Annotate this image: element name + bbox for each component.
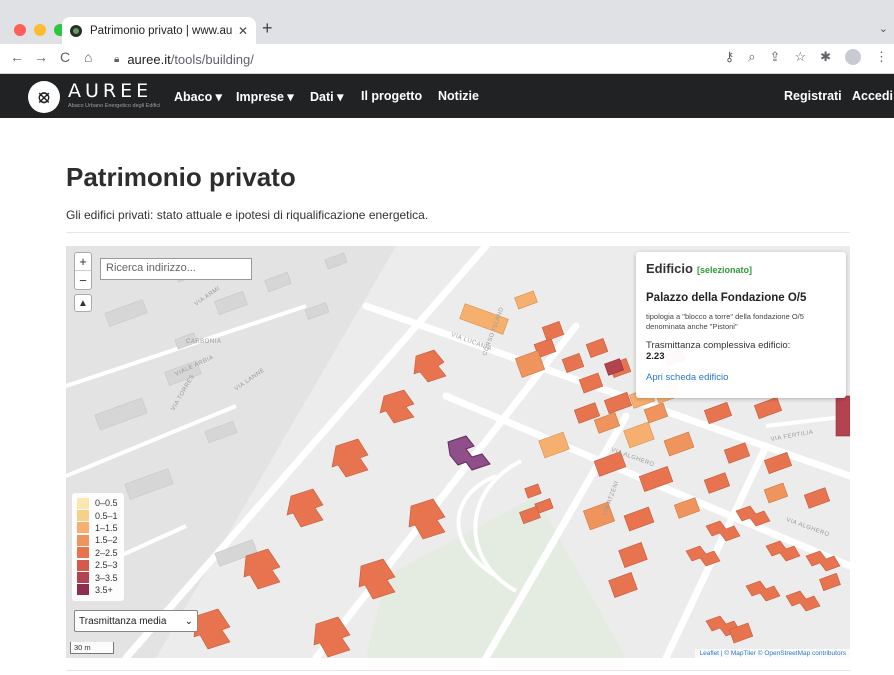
map-attribution: Leaflet | © MapTiler © OpenStreetMap con… xyxy=(695,649,850,658)
legend-item: 2.5–3 xyxy=(77,559,119,571)
profile-avatar[interactable] xyxy=(845,49,861,65)
extensions-puzzle-icon[interactable]: ✱ xyxy=(820,49,831,65)
address-bar[interactable]: 🔒︎ auree.it/tools/building/ xyxy=(114,48,714,70)
minimize-window-button[interactable] xyxy=(34,24,46,36)
tab-close-icon[interactable]: ✕ xyxy=(238,24,248,38)
share-icon[interactable]: ⇪ xyxy=(770,49,781,65)
tab-strip: Patrimonio privato | www.aureo ✕ + ⌄ xyxy=(0,0,894,44)
forward-icon[interactable]: → xyxy=(34,49,48,65)
back-icon[interactable]: ← xyxy=(10,49,24,65)
page-subtitle: Gli edifici privati: stato attuale e ipo… xyxy=(66,208,429,222)
open-building-sheet-link[interactable]: Apri scheda edificio xyxy=(646,372,836,383)
address-search-input[interactable]: Ricerca indirizzo... xyxy=(100,258,252,280)
place-label: CARBONIA xyxy=(186,339,221,345)
metric-select-value: Trasmittanza media xyxy=(79,615,167,627)
zoom-out-button[interactable]: − xyxy=(75,271,91,289)
legend-item: 3–3.5 xyxy=(77,571,119,584)
toolbar-icons: ⚷ ⌕ ⇪ ☆ ✱ ⋮ xyxy=(725,49,888,65)
lock-icon: 🔒︎ xyxy=(114,53,120,65)
transmittance-label: Trasmittanza complessiva edificio: xyxy=(646,339,791,351)
nav-item-registrati[interactable]: Registrati xyxy=(784,89,842,103)
building-name: Palazzo della Fondazione O/5 xyxy=(646,292,807,304)
zoom-in-button[interactable]: + xyxy=(75,253,91,271)
legend-item: 1–1.5 xyxy=(77,522,119,534)
logo-subtitle: Abaco Urbano Energetico degli Edifici xyxy=(68,103,161,109)
tab-title: Patrimonio privato | www.aureo xyxy=(90,24,232,37)
legend-item: 0.5–1 xyxy=(77,509,119,522)
site-navbar: ⦻ AUREE Abaco Urbano Energetico degli Ed… xyxy=(0,74,894,118)
nav-item-dati[interactable]: Dati ▾ xyxy=(310,89,343,104)
popup-title: Edificio xyxy=(646,261,693,276)
new-tab-button[interactable]: + xyxy=(262,18,273,39)
more-menu-icon[interactable]: ⋮ xyxy=(875,49,888,65)
legend-item: 1.5–2 xyxy=(77,534,119,546)
tab-list-chevron-icon[interactable]: ⌄ xyxy=(879,22,888,35)
zoom-control: + − xyxy=(74,252,92,290)
page-title: Patrimonio privato xyxy=(66,162,296,192)
url-path: /tools/building/ xyxy=(170,51,254,67)
close-window-button[interactable] xyxy=(14,24,26,36)
zoom-icon[interactable]: ⌕ xyxy=(748,49,755,65)
reload-icon[interactable]: C xyxy=(60,49,70,65)
nav-item-imprese[interactable]: Imprese ▾ xyxy=(236,89,294,104)
browser-window: Patrimonio privato | www.aureo ✕ + ⌄ ← →… xyxy=(0,0,894,675)
nav-item-abaco[interactable]: Abaco ▾ xyxy=(174,89,222,104)
building-map[interactable]: VIA LUCANIA CORSO ISLAND VIA ALGHERO VIA… xyxy=(66,246,850,658)
key-icon[interactable]: ⚷ xyxy=(725,49,735,65)
transmittance-value: 2.23 xyxy=(646,350,665,362)
window-controls xyxy=(14,24,66,36)
metric-select[interactable]: Trasmittanza media ⌄ xyxy=(74,610,198,632)
browser-toolbar: ← → C ⌂ 🔒︎ auree.it/tools/building/ ⚷ ⌕ … xyxy=(0,44,894,74)
nav-item-notizie[interactable]: Notizie xyxy=(438,89,479,103)
logo-icon[interactable]: ⦻ xyxy=(28,81,60,113)
divider xyxy=(66,232,850,233)
leaflet-link[interactable]: Leaflet | xyxy=(699,650,724,657)
attribution-links[interactable]: © MapTiler © OpenStreetMap contributors xyxy=(724,650,846,657)
home-icon[interactable]: ⌂ xyxy=(84,49,92,65)
legend-item: 2–2.5 xyxy=(77,547,119,559)
legend-item: 0–0.5 xyxy=(77,497,119,509)
chevron-down-icon: ⌄ xyxy=(184,615,193,627)
browser-tab[interactable]: Patrimonio privato | www.aureo ✕ xyxy=(62,17,256,44)
selected-badge: [selezionato] xyxy=(696,265,752,275)
building-description: tipologia a "blocco a torre" della fonda… xyxy=(646,312,804,331)
bookmark-star-icon[interactable]: ☆ xyxy=(794,49,806,65)
nav-item-accedi[interactable]: Accedi xyxy=(852,89,893,103)
nav-item-il-progetto[interactable]: Il progetto xyxy=(361,89,422,103)
divider xyxy=(66,670,850,671)
url-host: auree.it xyxy=(127,51,171,67)
legend-item: 3.5+ xyxy=(77,584,119,596)
site-favicon-icon xyxy=(70,24,82,37)
compass-icon[interactable]: ▲ xyxy=(74,294,92,312)
transmittance-legend: 0–0.5 0.5–1 1–1.5 1.5–2 2–2.5 2.5–3 3–3.… xyxy=(72,493,124,601)
logo-text[interactable]: AUREE xyxy=(68,80,152,102)
scale-bar: 30 m xyxy=(70,642,114,654)
building-popup: Edificio [selezionato] Palazzo della Fond… xyxy=(636,252,846,398)
